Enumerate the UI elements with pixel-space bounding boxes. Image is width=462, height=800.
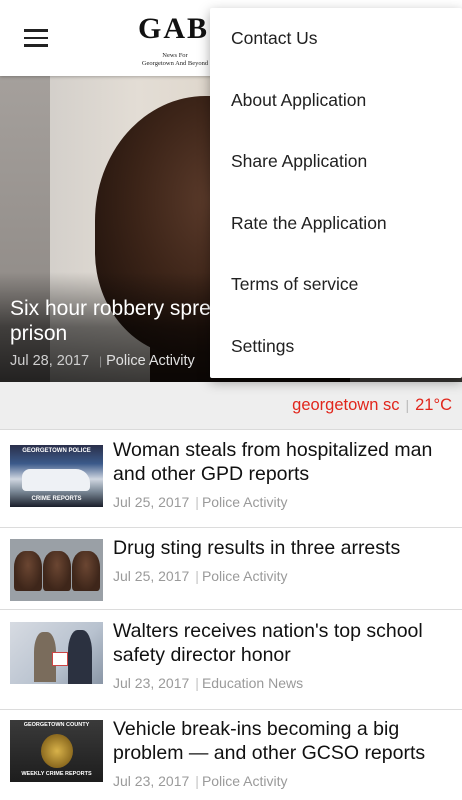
hamburger-menu-icon[interactable] — [24, 29, 48, 47]
article-list-item[interactable]: Walters receives nation's top school saf… — [0, 610, 462, 710]
menu-item-contact-us[interactable]: Contact Us — [210, 8, 462, 70]
logo-tagline-line2: Georgetown And Beyond — [141, 60, 209, 67]
featured-story-category[interactable]: Police Activity — [106, 353, 195, 369]
article-meta: Jul 25, 2017 | Police Activity — [113, 494, 288, 510]
article-meta: Jul 23, 2017 | Police Activity — [113, 773, 288, 789]
logo-mark: GAB — [138, 12, 210, 45]
article-date: Jul 23, 2017 — [113, 773, 190, 789]
article-thumbnail: GEORGETOWN COUNTY WEEKLY CRIME REPORTS — [10, 720, 103, 782]
article-category[interactable]: Police Activity — [202, 773, 288, 789]
menu-item-share-application[interactable]: Share Application — [210, 131, 462, 193]
logo-tagline-line1: News For — [162, 52, 188, 59]
article-list-item[interactable]: Drug sting results in three arrests Jul … — [0, 528, 462, 610]
featured-story-date: Jul 28, 2017 — [10, 353, 90, 369]
article-category[interactable]: Education News — [202, 675, 303, 691]
article-thumbnail — [10, 622, 103, 684]
app-logo[interactable]: GAB News For Georgetown And Beyond — [138, 12, 212, 70]
article-list-item[interactable]: GEORGETOWN POLICE CRIME REPORTS Woman st… — [0, 430, 462, 528]
article-title[interactable]: Vehicle break-ins becoming a big problem… — [113, 717, 453, 765]
weather-readout: georgetown sc | 21°C — [292, 396, 452, 414]
article-list-item[interactable]: GEORGETOWN COUNTY WEEKLY CRIME REPORTS V… — [0, 710, 462, 800]
article-title[interactable]: Walters receives nation's top school saf… — [113, 619, 453, 667]
weather-bar: georgetown sc | 21°C — [0, 382, 462, 430]
article-thumbnail: GEORGETOWN POLICE CRIME REPORTS — [10, 445, 103, 507]
article-title[interactable]: Woman steals from hospitalized man and o… — [113, 438, 453, 486]
featured-story-meta: Jul 28, 2017 | Police Activity — [10, 353, 195, 369]
article-category[interactable]: Police Activity — [202, 568, 288, 584]
menu-item-rate-application[interactable]: Rate the Application — [210, 193, 462, 255]
article-category[interactable]: Police Activity — [202, 494, 288, 510]
article-date: Jul 25, 2017 — [113, 568, 190, 584]
app-screen: GAB News For Georgetown And Beyond Six h… — [0, 0, 462, 800]
weather-temperature: 21°C — [415, 396, 452, 414]
article-date: Jul 25, 2017 — [113, 494, 190, 510]
article-thumbnail — [10, 539, 103, 601]
article-meta: Jul 25, 2017 | Police Activity — [113, 568, 288, 584]
article-title[interactable]: Drug sting results in three arrests — [113, 536, 453, 560]
article-date: Jul 23, 2017 — [113, 675, 190, 691]
menu-item-about-application[interactable]: About Application — [210, 70, 462, 132]
overflow-menu: Contact Us About Application Share Appli… — [210, 8, 462, 378]
weather-location: georgetown sc — [292, 396, 400, 414]
menu-item-terms-of-service[interactable]: Terms of service — [210, 254, 462, 316]
article-meta: Jul 23, 2017 | Education News — [113, 675, 304, 691]
menu-item-settings[interactable]: Settings — [210, 316, 462, 378]
